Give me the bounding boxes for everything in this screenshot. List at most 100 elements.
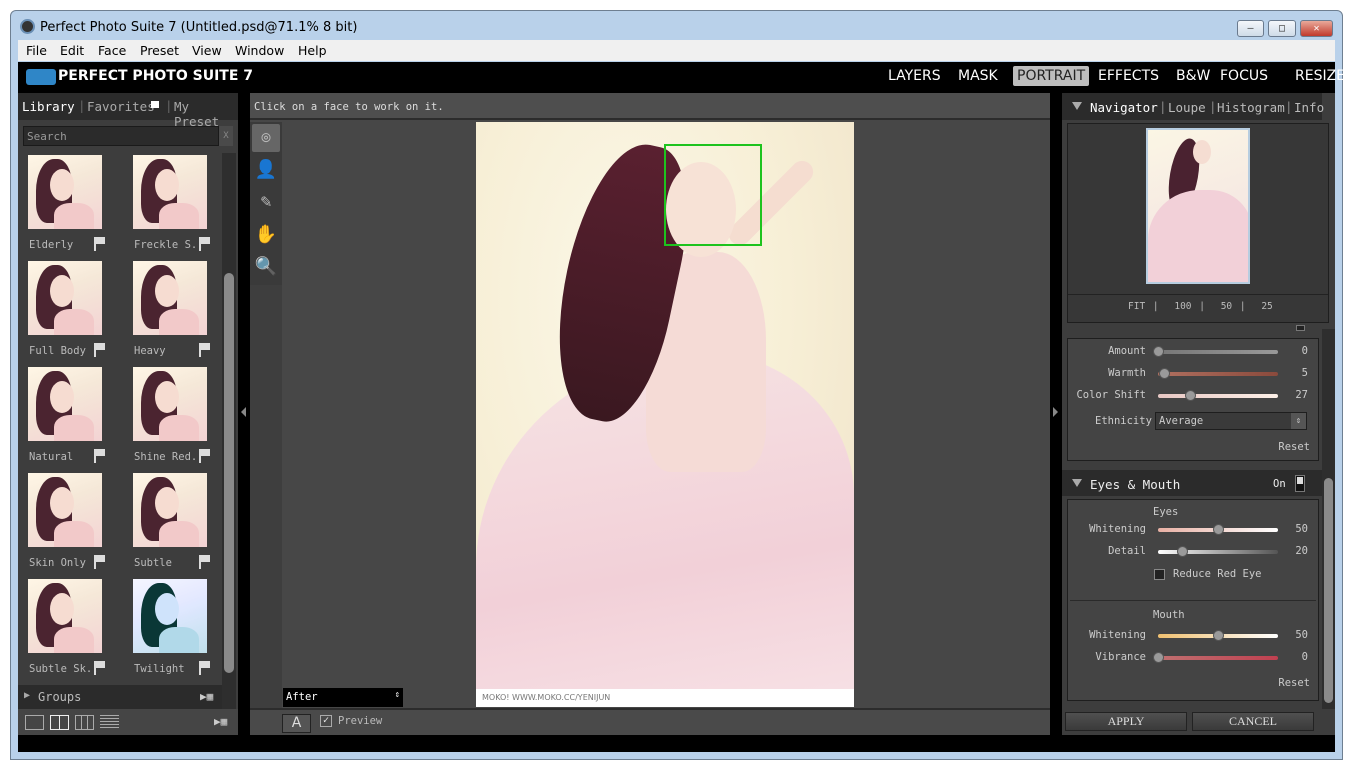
menu-edit[interactable]: Edit <box>60 43 84 58</box>
preset-thumbnail[interactable] <box>133 261 207 335</box>
favorite-flag-icon[interactable] <box>94 237 106 251</box>
preset-thumbnail[interactable] <box>133 579 207 653</box>
favorite-flag-icon[interactable] <box>94 343 106 357</box>
view-select[interactable]: After ⇕ <box>283 688 403 707</box>
zoom-fit[interactable]: FIT <box>1128 301 1145 312</box>
ethnicity-select[interactable]: Average ⇕ <box>1155 412 1307 430</box>
zoom-50[interactable]: 50 <box>1221 301 1232 312</box>
search-input[interactable]: Search <box>23 126 219 146</box>
tab-my-presets[interactable]: My Preset <box>174 99 238 129</box>
menu-window[interactable]: Window <box>235 43 284 58</box>
slider-track[interactable] <box>1158 546 1278 557</box>
slider-knob[interactable] <box>1159 368 1170 379</box>
module-focus[interactable]: FOCUS <box>1216 68 1272 84</box>
apply-button[interactable]: APPLY <box>1065 712 1187 731</box>
tab-histogram[interactable]: Histogram <box>1217 100 1285 115</box>
panel-scrollbar-thumb[interactable] <box>1324 478 1333 703</box>
favorite-flag-icon[interactable] <box>94 661 106 675</box>
preset-thumbnail[interactable] <box>28 261 102 335</box>
preset-thumbnail[interactable] <box>28 155 102 229</box>
person-tool-icon[interactable]: 👤 <box>252 156 280 184</box>
collapse-triangle-icon[interactable] <box>1072 102 1082 110</box>
favorite-flag-icon[interactable] <box>94 449 106 463</box>
preset-thumbnail[interactable] <box>133 473 207 547</box>
two-column-view-icon[interactable] <box>50 715 69 730</box>
groups-section[interactable]: ▶ Groups ▶▦ <box>18 685 222 709</box>
face-select-tool-icon[interactable]: ⌾ <box>252 124 280 152</box>
zoom-100[interactable]: 100 <box>1174 301 1191 312</box>
before-after-button[interactable]: A <box>282 714 311 733</box>
module-effects[interactable]: EFFECTS <box>1094 68 1163 84</box>
collapse-left-icon[interactable] <box>241 407 246 417</box>
module-portrait[interactable]: PORTRAIT <box>1013 66 1090 86</box>
list-view-icon[interactable] <box>100 715 119 730</box>
slider-track[interactable] <box>1158 390 1278 401</box>
slider-knob[interactable] <box>1153 346 1164 357</box>
slider-knob[interactable] <box>1153 652 1164 663</box>
eyes-mouth-reset-button[interactable]: Reset <box>1278 677 1310 689</box>
reduce-red-eye-checkbox[interactable] <box>1154 569 1165 580</box>
zoom-25[interactable]: 25 <box>1261 301 1272 312</box>
on-toggle[interactable] <box>1295 475 1305 492</box>
slider-knob[interactable] <box>1177 546 1188 557</box>
eyes-mouth-title: Eyes & Mouth <box>1090 477 1181 492</box>
favorite-flag-icon[interactable] <box>199 449 211 463</box>
preset-thumbnail[interactable] <box>133 367 207 441</box>
tab-info[interactable]: Info <box>1294 100 1324 115</box>
grid-menu-icon[interactable]: ▶▦ <box>214 715 227 728</box>
clear-search-button[interactable]: X <box>219 126 233 146</box>
tab-loupe[interactable]: Loupe <box>1168 100 1206 115</box>
module-bw[interactable]: B&W <box>1172 68 1214 84</box>
collapse-right-icon[interactable] <box>1053 407 1058 417</box>
cancel-button[interactable]: CANCEL <box>1192 712 1314 731</box>
photo-watermark: MOKO! WWW.MOKO.CC/YENIJUN <box>476 689 854 707</box>
right-panel-splitter[interactable] <box>1050 93 1062 735</box>
minimize-button[interactable]: – <box>1237 20 1264 37</box>
favorite-flag-icon[interactable] <box>199 661 211 675</box>
eyes-mouth-header[interactable]: Eyes & Mouth On <box>1062 470 1322 496</box>
module-layers[interactable]: LAYERS <box>884 68 945 84</box>
favorite-flag-icon[interactable] <box>199 343 211 357</box>
photo-canvas[interactable] <box>476 122 854 707</box>
preset-thumbnail[interactable] <box>28 473 102 547</box>
slider-track[interactable] <box>1158 524 1278 535</box>
library-scrollbar-thumb[interactable] <box>224 273 234 673</box>
menu-view[interactable]: View <box>192 43 222 58</box>
face-selection-box[interactable] <box>664 144 762 246</box>
menu-preset[interactable]: Preset <box>140 43 179 58</box>
maximize-button[interactable]: □ <box>1268 20 1296 37</box>
slider-knob[interactable] <box>1185 390 1197 401</box>
close-button[interactable]: ✕ <box>1300 20 1333 37</box>
favorite-flag-icon[interactable] <box>199 237 211 251</box>
slider-knob[interactable] <box>1213 524 1224 535</box>
module-resize[interactable]: RESIZE <box>1291 68 1349 84</box>
slider-track[interactable] <box>1153 652 1278 663</box>
eyedropper-tool-icon[interactable]: ✎ <box>252 188 280 216</box>
preset-thumbnail[interactable] <box>133 155 207 229</box>
skin-reset-button[interactable]: Reset <box>1278 441 1310 453</box>
preset-thumbnail[interactable] <box>28 579 102 653</box>
menu-help[interactable]: Help <box>298 43 327 58</box>
collapse-triangle-icon[interactable] <box>1072 479 1082 487</box>
navigator-thumbnail[interactable] <box>1146 128 1250 284</box>
menu-file[interactable]: File <box>26 43 47 58</box>
three-column-view-icon[interactable] <box>75 715 94 730</box>
slider-knob[interactable] <box>1213 630 1224 641</box>
favorite-flag-icon[interactable] <box>94 555 106 569</box>
tab-library[interactable]: Library <box>22 99 75 114</box>
zoom-tool-icon[interactable]: 🔍 <box>252 253 280 281</box>
hand-tool-icon[interactable]: ✋ <box>252 221 280 249</box>
slider-track[interactable] <box>1153 346 1278 357</box>
grid-menu-icon[interactable]: ▶▦ <box>200 690 213 703</box>
favorite-flag-icon[interactable] <box>199 555 211 569</box>
single-view-icon[interactable] <box>25 715 44 730</box>
slider-track[interactable] <box>1158 630 1278 641</box>
preset-thumbnail[interactable] <box>28 367 102 441</box>
menu-face[interactable]: Face <box>98 43 126 58</box>
slider-track[interactable] <box>1158 368 1278 379</box>
left-panel-splitter[interactable] <box>238 93 250 735</box>
module-mask[interactable]: MASK <box>954 68 1002 84</box>
tab-navigator[interactable]: Navigator <box>1090 100 1158 115</box>
preview-checkbox[interactable]: ✓ <box>320 715 332 727</box>
tab-favorites[interactable]: Favorites <box>87 99 155 114</box>
